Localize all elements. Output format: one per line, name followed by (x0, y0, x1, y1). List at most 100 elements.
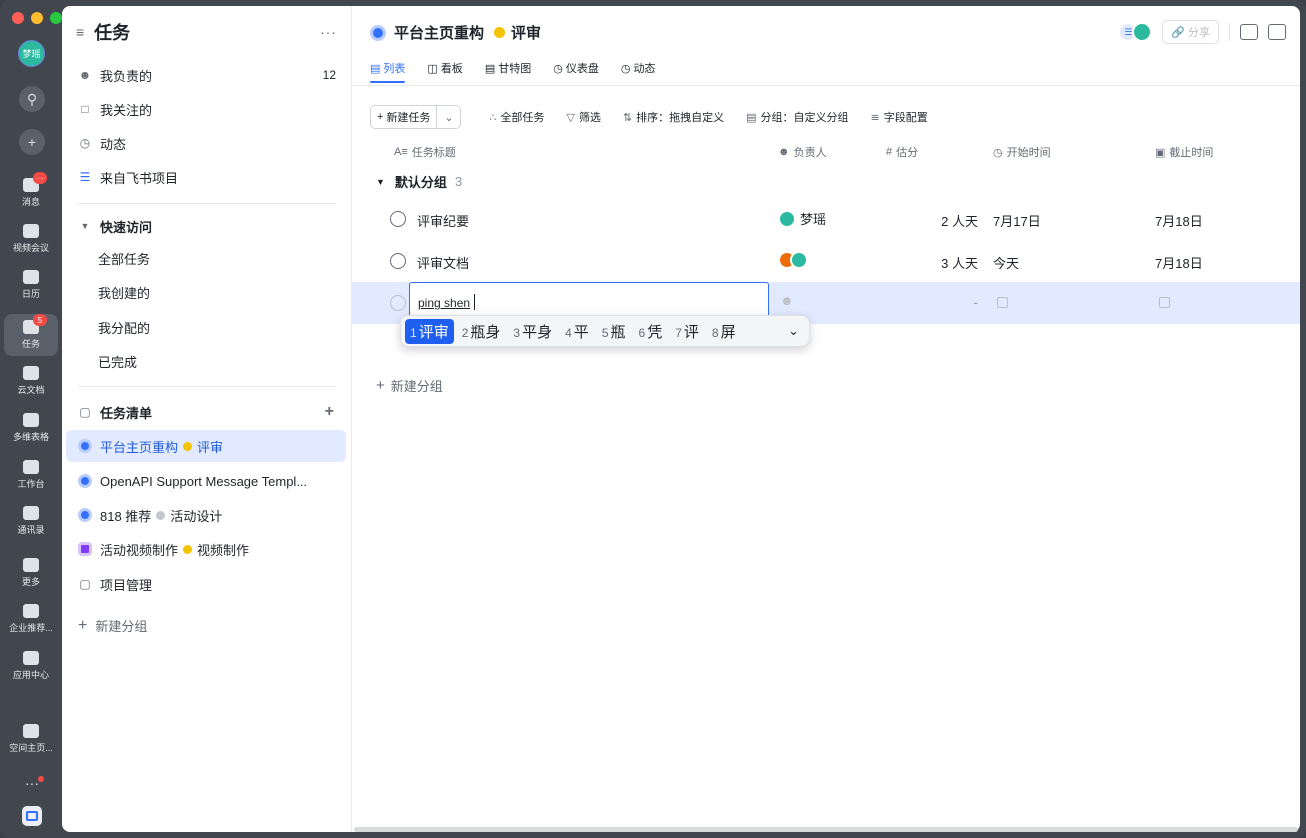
sidebar-item-assigned-by-me[interactable]: 我分配的 (66, 311, 346, 343)
task-lists-header[interactable]: ▢ 任务清单 + (66, 396, 346, 428)
group-icon: ▤ (746, 111, 757, 124)
tasklist-item-818[interactable]: 818 推荐 活动设计 (66, 499, 346, 531)
filter-button[interactable]: ▽ 筛选 (566, 109, 600, 125)
sidebar-item-all-tasks[interactable]: 全部任务 (66, 242, 346, 274)
column-header-due[interactable]: ▣ 截止时间 (1155, 144, 1213, 160)
rail-item-app-center[interactable]: 应用中心 (4, 645, 58, 687)
field-config-button[interactable]: ≌ 字段配置 (871, 109, 928, 125)
add-icon[interactable]: + (19, 129, 45, 155)
collapse-sidebar-icon[interactable]: ≡ (76, 24, 84, 40)
add-owner-icon[interactable]: ☻ (780, 293, 794, 308)
project-icon (78, 542, 92, 556)
rail-item-messages[interactable]: ··· 消息 (4, 172, 58, 214)
rail-item-more[interactable]: 更多 (4, 552, 58, 594)
bookmark-icon: □ (81, 102, 89, 116)
horizontal-scrollbar[interactable] (354, 827, 1298, 832)
tab-kanban[interactable]: ◫ 看板 (427, 60, 462, 83)
exit-fullscreen-icon[interactable] (1240, 24, 1258, 40)
column-header-title[interactable]: A≡ 任务标题 (394, 144, 456, 160)
sidebar-item-completed[interactable]: 已完成 (66, 345, 346, 377)
rail-item-recommend[interactable]: 企业推荐... (4, 598, 58, 640)
rail-item-space[interactable]: 空间主页... (4, 718, 58, 760)
new-task-button[interactable]: + 新建任务 (371, 106, 436, 128)
rail-item-video-meeting[interactable]: 视频会议 (4, 218, 58, 260)
sidebar-item-following[interactable]: □ 我关注的 (66, 93, 346, 125)
sidebar-item-activity[interactable]: ◷ 动态 (66, 127, 346, 159)
avatar (778, 209, 796, 228)
tasklist-item-openapi[interactable]: OpenAPI Support Message Templ... (66, 465, 346, 497)
project-icon (78, 439, 92, 453)
owner-cell[interactable] (778, 251, 808, 269)
tab-list[interactable]: ▤ 列表 (370, 60, 406, 83)
layout-toggle-button[interactable] (22, 806, 42, 826)
ime-candidate[interactable]: 4平 (560, 319, 594, 344)
task-checkbox[interactable] (390, 211, 406, 227)
project-header: 平台主页重构 评审 (370, 22, 541, 43)
project-status[interactable]: 评审 (511, 22, 541, 43)
add-tasklist-button[interactable]: + (325, 403, 334, 421)
space-icon (23, 724, 39, 738)
ime-candidate[interactable]: 2 瓶身 (457, 319, 506, 344)
ime-candidate[interactable]: 6凭 (634, 319, 668, 344)
task-checkbox[interactable] (390, 295, 406, 311)
start-date-icon[interactable] (997, 297, 1008, 308)
scope-icon: ∴ (489, 111, 497, 124)
sidebar-item-assigned-to-me[interactable]: ☻ 我负责的 12 (66, 59, 346, 91)
chevron-down-icon[interactable]: ⌄ (436, 106, 460, 128)
apps-icon (23, 558, 39, 572)
rail-item-docs[interactable]: 云文档 (4, 360, 58, 402)
rail-item-contacts[interactable]: 通讯录 (4, 500, 58, 542)
chat-icon: ··· (23, 172, 47, 192)
tasklist-item-activity-video[interactable]: 活动视频制作 视频制作 (66, 533, 346, 565)
sidebar-item-created-by-me[interactable]: 我创建的 (66, 276, 346, 308)
search-icon[interactable]: ⚲ (19, 86, 45, 112)
ime-candidate[interactable]: 3 平身 (508, 319, 557, 344)
new-window-icon[interactable] (1268, 24, 1286, 40)
due-date-icon[interactable] (1159, 297, 1170, 308)
sort-button[interactable]: ⇅ 排序：拖拽自定义 (623, 109, 724, 125)
table-row[interactable]: 评审纪要 梦瑶 2 人天 7月17日 7月18日 (352, 198, 1300, 240)
sidebar-item-from-feishu-project[interactable]: ☰ 来自飞书项目 (66, 161, 346, 193)
sidebar-new-group-button[interactable]: + 新建分组 (78, 616, 147, 635)
rail-item-workplace[interactable]: 工作台 (4, 454, 58, 496)
share-button[interactable]: 🔗 分享 (1162, 20, 1219, 44)
plus-icon: + (78, 616, 88, 634)
all-tasks-filter[interactable]: ∴ 全部任务 (489, 109, 544, 125)
text-caret (474, 294, 475, 310)
table-row[interactable]: 评审文档 3 人天 今天 7月18日 (352, 240, 1300, 282)
owner-cell[interactable]: 梦瑶 (778, 209, 826, 228)
user-avatar[interactable]: 梦瑶 (18, 40, 45, 67)
column-header-start[interactable]: ◷ 开始时间 (993, 144, 1051, 160)
tab-gantt[interactable]: ▤ 甘特图 (485, 60, 531, 83)
rail-item-tasks[interactable]: 5 任务 (4, 314, 58, 356)
text-icon: A≡ (394, 146, 408, 158)
group-header[interactable]: ▼ 默认分组 3 (376, 172, 462, 191)
tab-dashboard[interactable]: ◷ 仪表盘 (553, 60, 599, 83)
column-header-estimate[interactable]: # 估分 (886, 144, 918, 160)
member-avatars[interactable]: ☰ (1118, 22, 1153, 42)
rail-more-button[interactable]: ··· (18, 776, 46, 796)
rail-item-base[interactable]: 多维表格 (4, 407, 58, 449)
sidebar-more-button[interactable]: ··· (320, 24, 337, 40)
project-title[interactable]: 平台主页重构 (394, 22, 484, 43)
chevron-down-icon[interactable]: ⌄ (788, 323, 799, 339)
task-checkbox[interactable] (390, 253, 406, 269)
ime-candidate[interactable]: 1 评审 (405, 318, 454, 344)
link-icon: 🔗 (1171, 26, 1185, 39)
calendar-icon: ▣ (1155, 146, 1166, 159)
project-icon (78, 474, 92, 488)
ime-candidate[interactable]: 7评 (670, 319, 704, 344)
ime-candidate[interactable]: 5瓶 (597, 319, 631, 344)
quick-access-header[interactable]: ▼ 快速访问 (66, 210, 346, 242)
tasklist-item-project-management[interactable]: ▢ 项目管理 (66, 568, 346, 600)
video-icon (23, 224, 39, 238)
avatar (1132, 22, 1153, 42)
tab-activity[interactable]: ◷ 动态 (621, 60, 656, 83)
group-button[interactable]: ▤ 分组：自定义分组 (746, 109, 848, 125)
new-group-button[interactable]: + 新建分组 (376, 376, 443, 395)
tasklist-item-platform-homepage[interactable]: 平台主页重构 评审 (66, 430, 346, 462)
list-toolbar: + 新建任务 ⌄ ∴ 全部任务 ▽ 筛选 ⇅ 排序：拖拽自定义 ▤ 分组：自定义分组 ≌ 字… (370, 105, 928, 129)
rail-item-calendar[interactable]: 日历 (4, 264, 58, 306)
ime-candidate[interactable]: 8屏 (707, 319, 741, 344)
column-header-owner[interactable]: ☻ 负责人 (778, 144, 827, 160)
